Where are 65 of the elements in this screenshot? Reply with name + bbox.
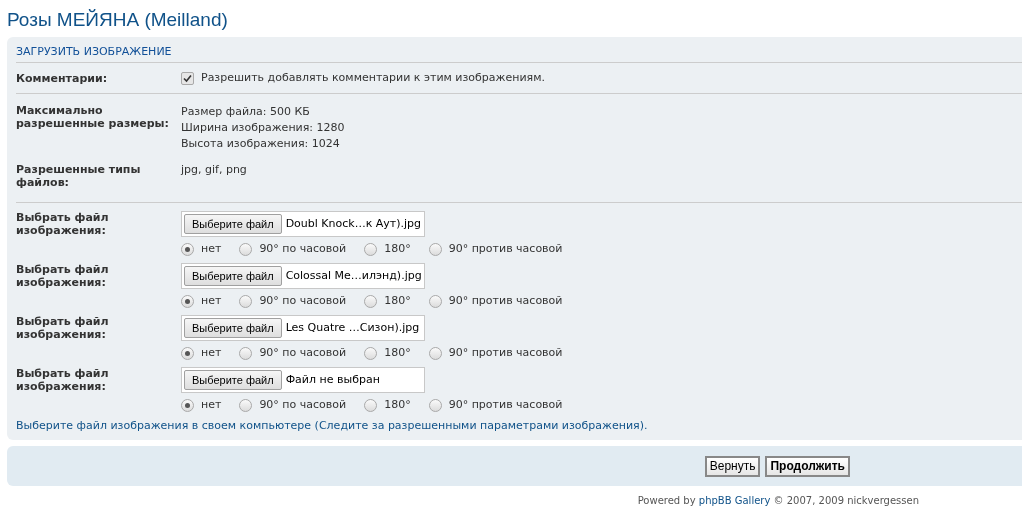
radio-button[interactable] (181, 242, 194, 256)
radio-label: 180° (384, 346, 411, 360)
field-label: Выбрать файл изображения: (16, 367, 110, 393)
limit-text: Размер файла: 500 КБ (181, 104, 311, 120)
field-label: Комментарии: (16, 71, 109, 85)
panel-heading: ЗАГРУЗИТЬ ИЗОБРАЖЕНИЕ (16, 45, 172, 58)
field-label: Разрешенные типы файлов: (16, 163, 142, 189)
radio-label: 180° (384, 242, 411, 256)
radio-label: 90° по часовой (259, 346, 347, 360)
radio-button[interactable] (181, 346, 194, 360)
file-input[interactable]: Выберите файл Colossal Me…илэнд).jpg (181, 263, 425, 289)
page-title: Розы МЕЙЯНА (Meilland) (6, 8, 229, 32)
radio-button[interactable] (364, 242, 378, 256)
radio-button[interactable] (428, 294, 442, 308)
radio-button[interactable] (428, 398, 442, 412)
file-name: Colossal Me…илэнд).jpg (285, 269, 422, 283)
field-label: Максимально разрешенные размеры: (16, 104, 170, 130)
radio-button[interactable] (181, 294, 194, 308)
checkbox-label: Разрешить добавлять комментарии к этим изображениям. (201, 71, 545, 85)
radio-label: 90° против часовой (448, 242, 563, 256)
radio-label: 180° (384, 398, 411, 412)
checkbox[interactable] (181, 71, 194, 85)
radio-label: 90° против часовой (448, 398, 563, 412)
radio-button[interactable] (364, 398, 378, 412)
footer-link[interactable]: phpBB Gallery (698, 495, 771, 506)
radio-button[interactable] (428, 346, 442, 360)
footer-text: Powered by phpBB Gallery © 2007, 2009 nickvergessen (637, 494, 919, 508)
radio-button[interactable] (181, 398, 194, 412)
field-label: Выбрать файл изображения: (16, 315, 110, 341)
file-input[interactable]: Выберите файл Doubl Knock…к Аут).jpg (181, 211, 425, 237)
file-name: Les Quatre …Сизон).jpg (285, 321, 420, 335)
radio-label: нет (201, 398, 222, 412)
radio-label: нет (201, 242, 222, 256)
radio-label: 90° против часовой (448, 346, 563, 360)
radio-label: нет (201, 346, 222, 360)
limit-text: Ширина изображения: 1280 (181, 120, 345, 136)
upload-hint: Выберите файл изображения в своем компьютере (Следите за разрешенными параметрами изображения). (16, 419, 648, 432)
radio-button[interactable] (239, 242, 253, 256)
choose-file-button[interactable]: Выберите файл (184, 214, 282, 234)
radio-button[interactable] (364, 294, 378, 308)
checkmark-icon (183, 73, 192, 83)
continue-button[interactable]: Продолжить (765, 455, 850, 477)
choose-file-button[interactable]: Выберите файл (184, 370, 282, 390)
radio-label: 180° (384, 294, 411, 308)
file-types: jpg, gif, png (181, 163, 247, 178)
file-name: Файл не выбран (285, 373, 380, 387)
radio-button[interactable] (364, 346, 378, 360)
field-label: Выбрать файл изображения: (16, 211, 110, 237)
file-name: Doubl Knock…к Аут).jpg (285, 217, 422, 231)
limit-text: Высота изображения: 1024 (181, 136, 341, 152)
radio-label: нет (201, 294, 222, 308)
field-label: Выбрать файл изображения: (16, 263, 110, 289)
file-input[interactable]: Выберите файл Les Quatre …Сизон).jpg (181, 315, 425, 341)
radio-label: 90° по часовой (259, 398, 347, 412)
file-input[interactable]: Выберите файл Файл не выбран (181, 367, 425, 393)
reset-button[interactable]: Вернуть (704, 455, 761, 477)
radio-button[interactable] (239, 294, 253, 308)
radio-button[interactable] (428, 242, 442, 256)
radio-label: 90° по часовой (259, 294, 347, 308)
radio-button[interactable] (239, 346, 253, 360)
radio-label: 90° против часовой (448, 294, 563, 308)
choose-file-button[interactable]: Выберите файл (184, 266, 282, 286)
choose-file-button[interactable]: Выберите файл (184, 318, 282, 338)
radio-label: 90° по часовой (259, 242, 347, 256)
radio-button[interactable] (239, 398, 253, 412)
